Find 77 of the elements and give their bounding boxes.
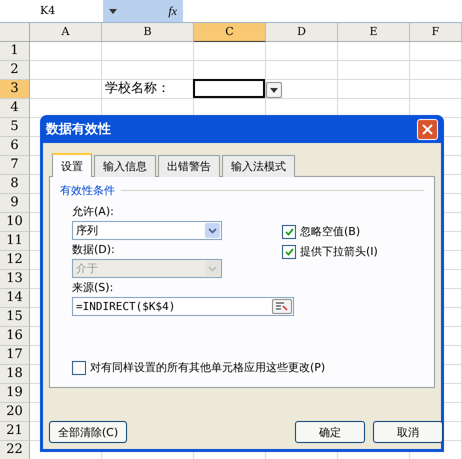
checkbox-label: 提供下拉箭头(I): [300, 244, 378, 259]
row-header[interactable]: 17: [0, 346, 30, 365]
row-header[interactable]: 6: [0, 137, 30, 156]
active-cell[interactable]: [193, 79, 265, 98]
row-header[interactable]: 21: [0, 422, 30, 441]
checkbox-label: 对有同样设置的所有其他单元格应用这些更改(P): [90, 360, 326, 375]
grid-cell[interactable]: [266, 61, 338, 80]
grid-cell[interactable]: [194, 42, 266, 61]
field-label: 来源(S):: [72, 280, 114, 295]
row-header[interactable]: 5: [0, 118, 30, 137]
grid-cell[interactable]: [30, 61, 102, 80]
row-header[interactable]: 18: [0, 365, 30, 384]
row-header[interactable]: 10: [0, 213, 30, 232]
close-button[interactable]: [417, 118, 438, 140]
row-header[interactable]: 2: [0, 61, 30, 80]
grid-cell[interactable]: [410, 80, 462, 99]
row-header[interactable]: 19: [0, 384, 30, 403]
grid-cell[interactable]: [338, 42, 410, 61]
column-header[interactable]: B: [102, 23, 194, 42]
chevron-down-icon: [208, 266, 217, 272]
grid-cell[interactable]: [410, 61, 462, 80]
grid-cell[interactable]: [410, 42, 462, 61]
grid-cell[interactable]: [102, 42, 194, 61]
row-header[interactable]: 8: [0, 175, 30, 194]
name-box[interactable]: K4: [0, 0, 103, 22]
caret-icon: [270, 88, 278, 92]
row-header[interactable]: 12: [0, 251, 30, 270]
row-header[interactable]: 22: [0, 441, 30, 459]
source-field[interactable]: =INDIRECT($K$4): [72, 297, 294, 316]
row-header[interactable]: 7: [0, 156, 30, 175]
tab[interactable]: 输入信息: [94, 155, 156, 177]
grid-cell[interactable]: [338, 80, 410, 99]
select-all-corner[interactable]: [0, 23, 30, 42]
row-header[interactable]: 20: [0, 403, 30, 422]
row-header[interactable]: 16: [0, 327, 30, 346]
cancel-button[interactable]: 取消: [373, 421, 443, 443]
grid-cell[interactable]: 学校名称：: [102, 80, 194, 99]
tab[interactable]: 出错警告: [158, 155, 220, 177]
clear-all-button[interactable]: 全部清除(C): [49, 421, 127, 443]
row-header[interactable]: 1: [0, 42, 30, 61]
function-button[interactable]: fx: [168, 4, 177, 18]
checkbox[interactable]: [282, 224, 296, 238]
close-icon: [422, 124, 433, 134]
dialog-title: 数据有效性: [46, 121, 111, 138]
row-header[interactable]: 9: [0, 194, 30, 213]
chevron-down-icon: [208, 228, 217, 234]
grid-cell[interactable]: [266, 42, 338, 61]
range-select-button[interactable]: [272, 299, 292, 314]
checkbox-label: 忽略空值(B): [300, 224, 360, 239]
column-header[interactable]: D: [266, 23, 338, 42]
tab[interactable]: 输入法模式: [222, 155, 295, 177]
row-header[interactable]: 3: [0, 80, 30, 99]
column-header[interactable]: E: [338, 23, 410, 42]
grid-cell[interactable]: [30, 42, 102, 61]
grid-cell[interactable]: [266, 80, 338, 99]
field-label: 数据(D):: [72, 242, 116, 257]
column-header[interactable]: C: [194, 23, 266, 42]
dropdown-arrow-icon[interactable]: [109, 8, 117, 14]
row-header[interactable]: 4: [0, 99, 30, 118]
row-header[interactable]: 13: [0, 270, 30, 289]
group-title: 有效性条件: [60, 183, 115, 198]
ok-button[interactable]: 确定: [295, 421, 365, 443]
row-header[interactable]: 15: [0, 308, 30, 327]
dropdown-field[interactable]: 序列: [72, 221, 222, 240]
range-select-icon: [275, 302, 289, 311]
grid-cell[interactable]: [102, 61, 194, 80]
field-label: 允许(A):: [72, 204, 115, 219]
row-header[interactable]: 14: [0, 289, 30, 308]
column-header[interactable]: F: [410, 23, 462, 42]
column-header[interactable]: A: [30, 23, 102, 42]
row-header[interactable]: 11: [0, 232, 30, 251]
grid-cell[interactable]: [338, 61, 410, 80]
checkbox[interactable]: [72, 360, 86, 374]
checkbox[interactable]: [282, 244, 296, 258]
tab[interactable]: 设置: [52, 153, 92, 177]
grid-cell[interactable]: [30, 80, 102, 99]
dropdown-button[interactable]: [266, 82, 282, 98]
